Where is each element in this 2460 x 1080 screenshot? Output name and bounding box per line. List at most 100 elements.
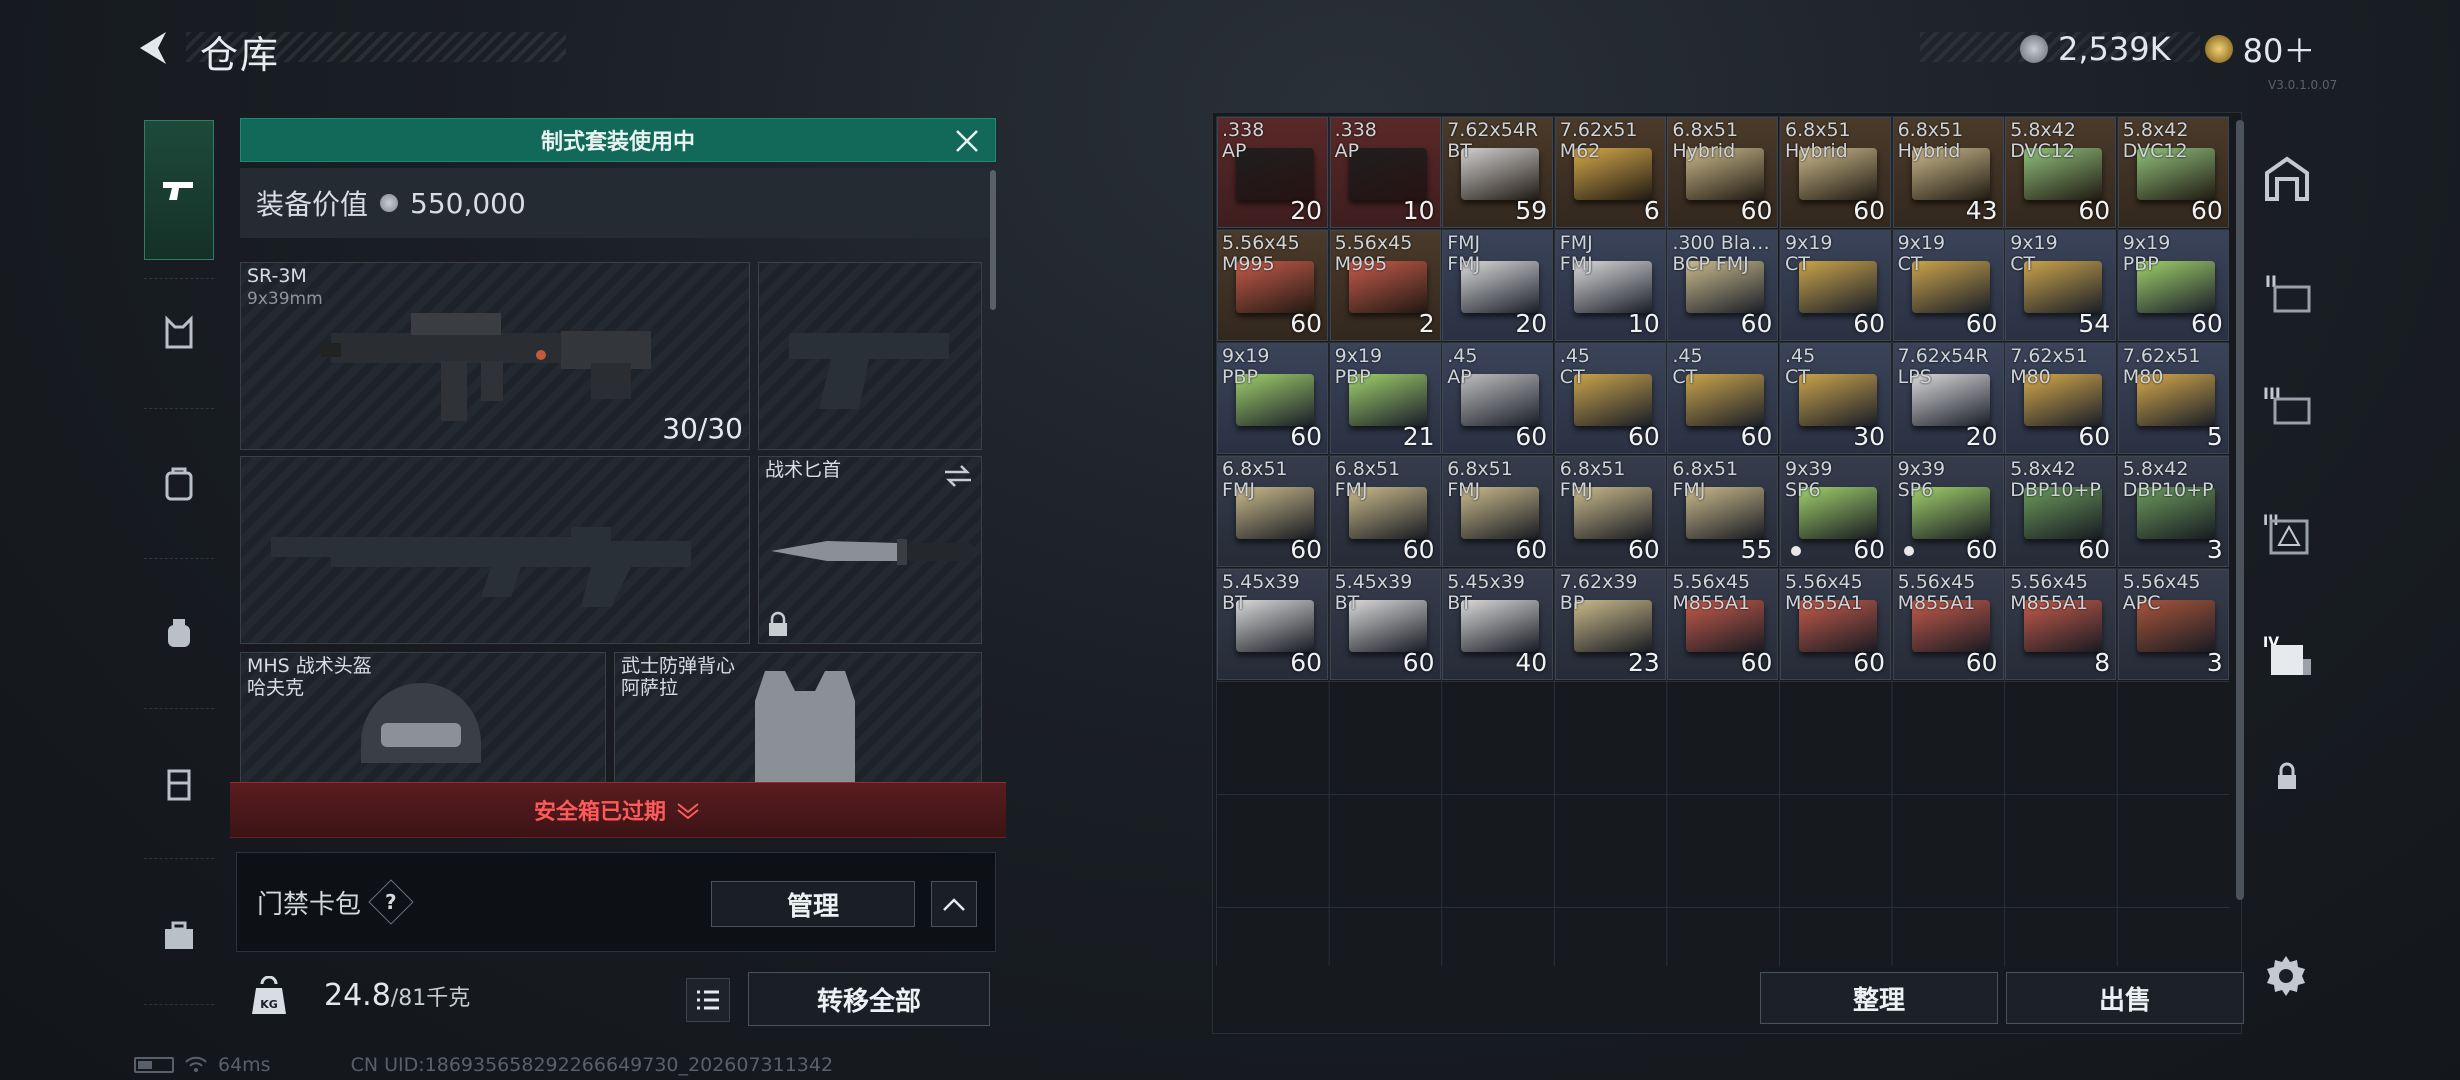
storage-item[interactable]: 6.8x51 FMJ 60 [1554,456,1666,567]
safebox-expired-bar[interactable]: 安全箱已过期 [230,782,1006,838]
storage-item[interactable]: 5.45x39 BT 40 [1442,569,1554,680]
toolbox-icon [165,921,193,949]
item-name: 7.62x51 M80 [2122,345,2201,388]
storage-item[interactable]: 9x19 PBP 21 [1329,343,1441,454]
weight-max: /81千克 [390,986,471,1011]
item-count: 60 [1515,422,1548,451]
storage-item[interactable]: 5.8x42 DBP10+P 3 [2117,456,2229,567]
helmet-faction: 哈夫克 [247,677,305,699]
help-icon[interactable]: ? [368,879,414,925]
close-icon[interactable] [951,125,983,157]
storage-item[interactable]: FMJ FMJ 10 [1554,230,1666,341]
storage-item[interactable]: 9x19 CT 60 [1780,230,1891,341]
storage-item[interactable]: 5.56x45 M855A1 60 [1780,569,1891,680]
storage-item[interactable]: 5.56x45 M995 60 [1217,230,1328,341]
swap-icon[interactable] [943,463,973,489]
storage-item[interactable]: 7.62x39 BP 23 [1554,569,1666,680]
storage-item[interactable]: 6.8x51 Hybrid 43 [1892,117,2004,228]
item-name: 5.56x45 M995 [1334,232,1413,275]
storage-item[interactable]: .338 AP 10 [1329,117,1441,228]
storage-item[interactable]: 5.45x39 BT 60 [1329,569,1441,680]
transfer-all-button[interactable]: 转移全部 [748,972,990,1026]
helmet-slot[interactable]: MHS 战术头盔 哈夫克 [240,652,606,792]
storage-item[interactable]: .45 CT 60 [1554,343,1666,454]
tab-container[interactable] [144,748,214,818]
storage-item[interactable]: 7.62x54R BT 59 [1442,117,1554,228]
set-banner-text: 制式套装使用中 [540,130,695,155]
storage-item[interactable]: .338 AP 20 [1217,117,1328,228]
tab-toolbox[interactable] [144,900,214,970]
storage-scrollbar[interactable] [2236,120,2244,900]
knife-name: 战术匕首 [765,459,842,481]
storage-item[interactable]: 9x39 SP6 60 [1892,456,2004,567]
storage-warning-icon: III [2263,513,2309,555]
storage-item[interactable]: 5.8x42 DVC12 60 [2005,117,2117,228]
warehouse-icon [2265,156,2309,201]
item-count: 60 [2190,196,2223,225]
item-name: 6.8x51 Hybrid [1672,119,1739,162]
list-view-button[interactable] [686,978,730,1022]
storage-tab-iv[interactable]: IV [2250,618,2324,692]
storage-item[interactable]: 6.8x51 FMJ 60 [1329,456,1441,567]
manage-button[interactable]: 管理 [711,881,915,927]
storage-item[interactable]: .45 CT 30 [1780,343,1891,454]
storage-item[interactable]: 6.8x51 Hybrid 60 [1780,117,1891,228]
storage-item[interactable]: 5.56x45 M855A1 60 [1892,569,2004,680]
storage-item[interactable]: 5.56x45 M995 2 [1329,230,1441,341]
storage-item[interactable]: .300 Bla… BCP FMJ 60 [1667,230,1779,341]
rifle-image [321,313,651,421]
item-count: 30 [1853,422,1885,451]
knife-slot[interactable]: 战术匕首 [758,456,982,644]
storage-item[interactable]: 9x19 PBP 60 [2117,230,2229,341]
storage-item[interactable]: 9x19 PBP 60 [1217,343,1328,454]
item-name: 5.8x42 DBP10+P [2010,458,2101,501]
item-count: 60 [1402,648,1435,677]
storage-item[interactable]: 7.62x51 M80 60 [2005,343,2117,454]
sell-button[interactable]: 出售 [2006,972,2244,1024]
storage-item[interactable]: 6.8x51 FMJ 60 [1442,456,1554,567]
storage-item[interactable]: 6.8x51 FMJ 55 [1667,456,1779,567]
gold-amount[interactable]: 80＋ [2243,26,2316,72]
storage-item[interactable]: 5.56x45 M855A1 8 [2005,569,2117,680]
storage-item[interactable]: 5.56x45 M855A1 60 [1667,569,1779,680]
storage-tab-iii-b[interactable]: III [2250,496,2324,570]
storage-tab-ii[interactable]: II [2250,254,2324,328]
tab-backpack-b[interactable] [144,598,214,668]
chevron-down-icon [677,803,699,820]
storage-item[interactable]: 5.8x42 DBP10+P 60 [2005,456,2117,567]
secondary-weapon-slot-empty[interactable] [240,456,750,644]
storage-item[interactable]: 7.62x51 M80 5 [2117,343,2229,454]
storage-item[interactable]: 5.45x39 BT 60 [1217,569,1328,680]
loadout-scrollbar[interactable] [990,170,996,310]
sort-button[interactable]: 整理 [1760,972,1998,1024]
back-arrow-icon[interactable] [132,26,176,70]
expand-button[interactable] [931,881,977,927]
storage-tab-all[interactable] [2250,142,2324,216]
item-count: 5 [2206,422,2223,451]
gold-coin-icon[interactable] [2204,35,2233,63]
storage-item[interactable]: 5.56x45 APC 3 [2117,569,2229,680]
item-name: 5.45x39 BT [1334,571,1413,614]
tab-armor-rig[interactable] [144,298,214,368]
primary-weapon-slot[interactable]: SR-3M 9x39mm 30/30 [240,262,750,450]
storage-tab-locked[interactable] [2250,740,2324,814]
body-armor-slot[interactable]: 武士防弹背心 阿萨拉 [614,652,982,793]
device-status-bar: 64ms CN UID:18693565829226664973​0_20260… [134,1054,833,1076]
settings-gear-icon[interactable] [2262,952,2310,1000]
storage-item[interactable]: .45 AP 60 [1442,343,1554,454]
storage-item[interactable]: 9x39 SP6 60 [1780,456,1891,567]
tab-backpack-a[interactable] [144,448,214,518]
item-name: FMJ FMJ [1447,232,1481,275]
storage-item[interactable]: 9x19 CT 54 [2005,230,2117,341]
storage-item[interactable]: 7.62x54R LPS 20 [1892,343,2004,454]
storage-item[interactable]: 6.8x51 FMJ 60 [1217,456,1328,567]
storage-item[interactable]: 7.62x51 M62 6 [1554,117,1666,228]
tab-weapons[interactable] [144,120,214,260]
storage-item[interactable]: FMJ FMJ 20 [1442,230,1554,341]
storage-item[interactable]: 9x19 CT 60 [1892,230,2004,341]
pistol-slot-empty[interactable] [758,262,982,450]
storage-tab-iii[interactable]: III [2250,366,2324,440]
storage-item[interactable]: .45 CT 60 [1667,343,1779,454]
storage-item[interactable]: 5.8x42 DVC12 60 [2117,117,2229,228]
storage-item[interactable]: 6.8x51 Hybrid 60 [1667,117,1779,228]
